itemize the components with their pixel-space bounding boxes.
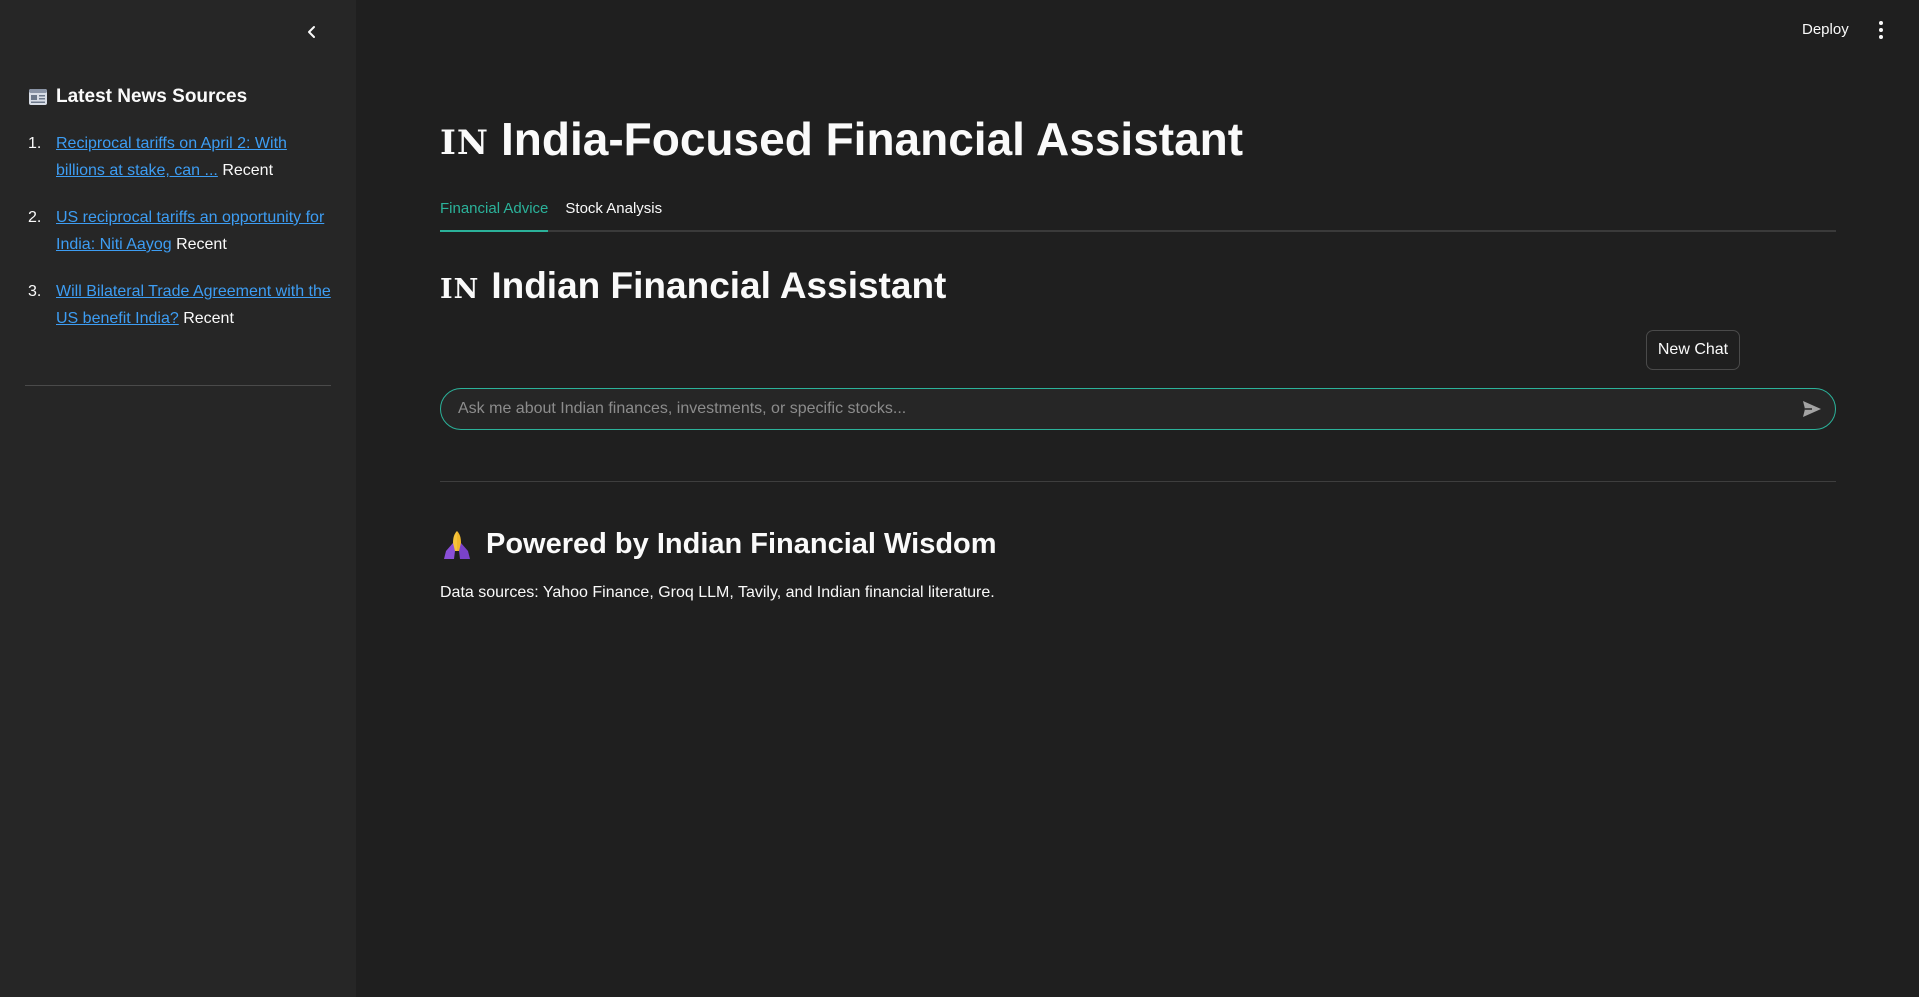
chevron-left-icon <box>308 26 315 38</box>
india-flag-icon: IN <box>440 123 489 163</box>
sidebar-divider <box>25 385 331 386</box>
more-vertical-icon[interactable] <box>1872 18 1890 42</box>
recent-label: Recent <box>176 236 227 253</box>
list-number: 1. <box>28 135 42 152</box>
newspaper-icon <box>29 89 47 105</box>
section-title-text: Indian Financial Assistant <box>491 265 947 306</box>
tab-bar: Financial Advice Stock Analysis <box>440 196 1836 232</box>
list-item: 2. US reciprocal tariffs an opportunity … <box>28 204 338 258</box>
folded-hands-icon <box>444 530 470 559</box>
send-button[interactable] <box>1799 396 1825 422</box>
recent-label: Recent <box>183 310 234 327</box>
recent-label: Recent <box>222 162 274 179</box>
powered-title: Powered by Indian Financial Wisdom <box>486 528 997 560</box>
powered-heading: Powered by Indian Financial Wisdom <box>440 528 997 561</box>
list-number: 2. <box>28 209 42 226</box>
list-number: 3. <box>28 283 42 300</box>
sidebar-heading: Latest News Sources <box>28 86 247 108</box>
section-title: IN Indian Financial Assistant <box>440 265 946 307</box>
india-flag-icon: IN <box>440 273 480 305</box>
tab-financial-advice[interactable]: Financial Advice <box>440 196 549 232</box>
send-icon <box>1803 401 1821 417</box>
chat-input-container <box>440 388 1836 430</box>
deploy-button[interactable]: Deploy <box>1798 19 1853 40</box>
sidebar-title: Latest News Sources <box>56 86 248 107</box>
app-window: Latest News Sources 1. Reciprocal tariff… <box>0 0 1919 997</box>
page-title: IN India-Focused Financial Assistant <box>440 112 1243 166</box>
page-title-text: India-Focused Financial Assistant <box>500 113 1244 165</box>
sidebar: Latest News Sources 1. Reciprocal tariff… <box>0 0 356 997</box>
news-list: 1. Reciprocal tariffs on April 2: With b… <box>28 130 338 352</box>
list-item: 3. Will Bilateral Trade Agreement with t… <box>28 278 338 332</box>
list-item: 1. Reciprocal tariffs on April 2: With b… <box>28 130 338 184</box>
divider <box>440 481 1836 482</box>
tab-stock-analysis[interactable]: Stock Analysis <box>565 196 662 228</box>
new-chat-button[interactable]: New Chat <box>1646 330 1740 370</box>
chat-input[interactable] <box>441 399 1799 419</box>
data-sources-text: Data sources: Yahoo Finance, Groq LLM, T… <box>440 584 995 601</box>
collapse-sidebar-button[interactable] <box>300 20 324 44</box>
